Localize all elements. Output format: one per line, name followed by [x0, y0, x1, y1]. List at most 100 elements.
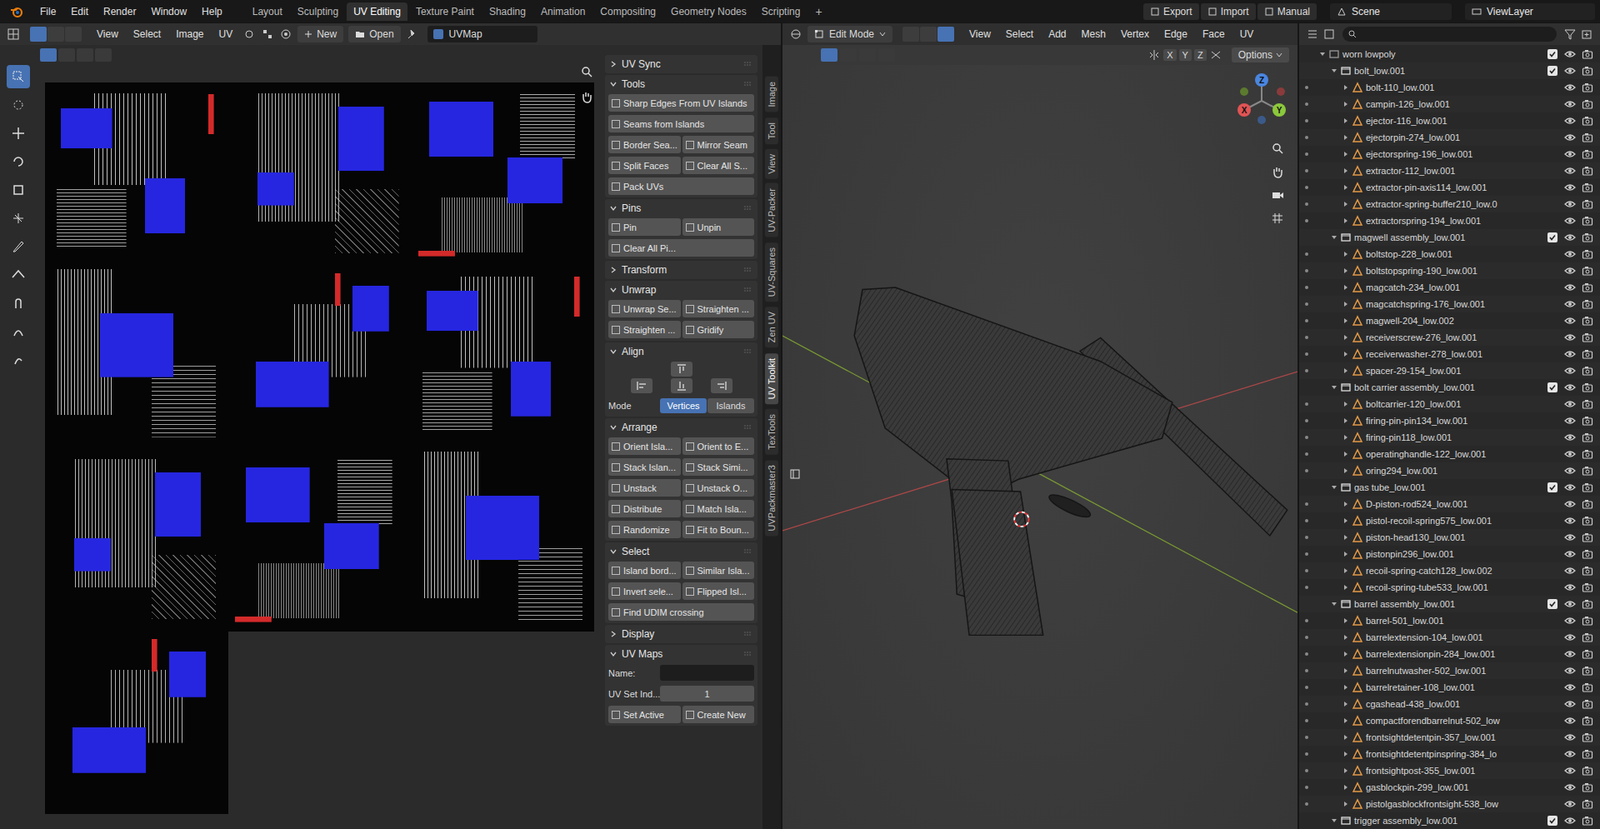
edit-mode-dot[interactable]: [1305, 219, 1309, 223]
workspace-tab[interactable]: Compositing: [593, 2, 663, 21]
camera-icon[interactable]: [1581, 331, 1594, 344]
outliner-row[interactable]: pistol-recoil-spring575_low.001: [1299, 512, 1600, 530]
exclude-checkbox[interactable]: [1547, 49, 1558, 60]
outliner-row[interactable]: barrelretainer-108_low.001: [1299, 679, 1600, 696]
expand-arrow-icon[interactable]: [1342, 500, 1350, 508]
outliner-row[interactable]: extractorspring-194_low.001: [1299, 212, 1600, 230]
action-button[interactable]: Import: [1200, 3, 1256, 20]
eye-icon[interactable]: [1564, 498, 1576, 510]
section-header[interactable]: Align: [605, 342, 758, 361]
drag-grip-icon[interactable]: [744, 651, 753, 657]
outliner-row[interactable]: magwell-204_low.002: [1299, 312, 1600, 330]
workspace-tab[interactable]: UV Editing: [346, 2, 408, 21]
panel-button[interactable]: Unpin: [682, 218, 755, 236]
header-menu-item[interactable]: Edge: [1159, 25, 1193, 43]
edit-mode-dot[interactable]: [1305, 519, 1309, 523]
outliner-row[interactable]: recoil-spring-catch128_low.002: [1299, 562, 1600, 580]
eye-icon[interactable]: [1564, 198, 1576, 210]
camera-icon[interactable]: [1581, 298, 1594, 310]
header-menu-item[interactable]: Select: [128, 25, 166, 43]
panel-button[interactable]: Pin: [608, 218, 681, 236]
tool-button[interactable]: [6, 348, 30, 372]
camera-icon[interactable]: [1581, 48, 1594, 60]
eye-icon[interactable]: [1564, 531, 1576, 544]
editor-type-icon[interactable]: [1305, 27, 1320, 41]
panel-button[interactable]: Border Sea...: [608, 135, 681, 154]
align-left-button[interactable]: [630, 378, 653, 394]
expand-arrow-icon[interactable]: [1342, 150, 1350, 158]
panel-button[interactable]: Island bord...: [608, 561, 681, 580]
eye-icon[interactable]: [1564, 815, 1576, 827]
outliner-row[interactable]: oring294_low.001: [1299, 462, 1600, 480]
workspace-tab[interactable]: Animation: [534, 2, 592, 21]
box-select-subtract-icon[interactable]: [76, 48, 94, 62]
panel-button[interactable]: Similar Isla...: [682, 561, 755, 580]
outliner-row[interactable]: gas tube_low.001: [1299, 479, 1600, 496]
snap-icon[interactable]: [260, 27, 275, 41]
camera-icon[interactable]: [1581, 481, 1594, 494]
camera-icon[interactable]: [1581, 715, 1594, 727]
edit-mode-dot[interactable]: [1305, 535, 1309, 540]
outliner-row[interactable]: recoil-spring-tube533_low.001: [1299, 579, 1600, 596]
expand-arrow-icon[interactable]: [1342, 167, 1350, 175]
edit-mode-dot[interactable]: [1305, 635, 1309, 640]
edit-mode-dot[interactable]: [1305, 452, 1309, 456]
outliner-row[interactable]: magcatch-234_low.001: [1299, 279, 1600, 296]
expand-arrow-icon[interactable]: [1342, 84, 1350, 91]
camera-icon[interactable]: [1581, 765, 1594, 777]
eye-icon[interactable]: [1564, 781, 1576, 794]
outliner-row[interactable]: ejectorpin-274_low.001: [1299, 129, 1600, 146]
expand-arrow-icon[interactable]: [1342, 700, 1350, 708]
align-right-button[interactable]: [710, 378, 733, 394]
panel-button[interactable]: Unstack O...: [682, 479, 755, 497]
eye-icon[interactable]: [1564, 315, 1576, 327]
expand-arrow-icon[interactable]: [1342, 734, 1350, 741]
header-menu-item[interactable]: Image: [170, 25, 209, 43]
edit-mode-dot[interactable]: [1305, 469, 1309, 473]
edit-mode-dot[interactable]: [1305, 502, 1309, 506]
edit-mode-dot[interactable]: [1305, 302, 1309, 306]
expand-arrow-icon[interactable]: [1330, 67, 1338, 75]
box-select-subtract-icon[interactable]: [859, 48, 876, 62]
eye-icon[interactable]: [1564, 281, 1576, 294]
outliner-row[interactable]: bolt-110_low.001: [1299, 79, 1600, 96]
camera-icon[interactable]: [1581, 315, 1594, 327]
expand-arrow-icon[interactable]: [1342, 450, 1350, 458]
outliner-row[interactable]: boltstopspring-190_low.001: [1299, 262, 1600, 280]
camera-icon[interactable]: [1581, 148, 1594, 160]
exclude-checkbox[interactable]: [1547, 599, 1558, 610]
expand-arrow-icon[interactable]: [1342, 584, 1350, 591]
sidebar-tab[interactable]: Zen UV: [765, 306, 779, 348]
mode-dropdown[interactable]: Edit Mode: [807, 25, 893, 43]
expand-arrow-icon[interactable]: [1342, 334, 1350, 341]
eye-icon[interactable]: [1564, 448, 1576, 460]
tool-button[interactable]: [6, 150, 30, 174]
camera-icon[interactable]: [1581, 598, 1594, 610]
tool-button[interactable]: [6, 65, 30, 89]
mode-option[interactable]: Vertices: [660, 398, 707, 414]
expand-arrow-icon[interactable]: [1342, 684, 1350, 691]
panel-button[interactable]: Stack Islan...: [608, 458, 681, 476]
camera-icon[interactable]: [1581, 815, 1594, 827]
camera-icon[interactable]: [1581, 631, 1594, 644]
outliner-row[interactable]: ejector-116_low.001: [1299, 112, 1600, 130]
mode-option[interactable]: Islands: [707, 398, 755, 414]
eye-icon[interactable]: [1564, 431, 1576, 444]
camera-icon[interactable]: [1581, 231, 1594, 244]
eye-icon[interactable]: [1564, 715, 1576, 727]
camera-icon[interactable]: [1581, 581, 1594, 594]
box-select-extend-icon[interactable]: [840, 48, 857, 62]
expand-arrow-icon[interactable]: [1330, 484, 1338, 491]
action-button[interactable]: Manual: [1257, 3, 1317, 20]
outliner-row[interactable]: barrelextensionpin-284_low.001: [1299, 645, 1600, 663]
edit-mode-dot[interactable]: [1305, 335, 1309, 340]
panel-button[interactable]: Unwrap Se...: [608, 300, 681, 318]
camera-icon[interactable]: [1581, 81, 1594, 94]
section-header[interactable]: Arrange: [605, 418, 758, 437]
drag-grip-icon[interactable]: [744, 205, 753, 211]
camera-icon[interactable]: [1581, 615, 1594, 627]
pan-hand-icon[interactable]: [580, 90, 594, 104]
header-menu-item[interactable]: Mesh: [1076, 25, 1111, 43]
viewport-canvas[interactable]: ZXY: [782, 65, 1298, 829]
header-menu-item[interactable]: UV: [214, 25, 239, 43]
